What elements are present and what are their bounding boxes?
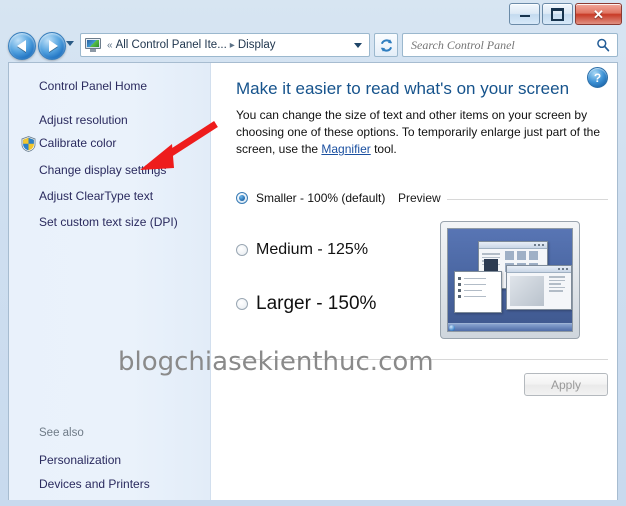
address-bar[interactable]: « All Control Panel Ite... ▸ Display — [80, 33, 370, 57]
sidebar-item-devices-and-printers[interactable]: Devices and Printers — [39, 477, 150, 491]
forward-button[interactable] — [38, 32, 66, 60]
arrow-left-icon — [16, 40, 26, 52]
preview-start-orb-icon — [449, 324, 455, 331]
breadcrumb-separator: ▸ — [229, 39, 235, 51]
scale-option-medium-label: Medium - 125% — [256, 241, 369, 258]
back-button[interactable] — [8, 32, 36, 60]
breadcrumb-item-control-panel[interactable]: All Control Panel Ite... — [116, 39, 227, 51]
page-title: Make it easier to read what's on your sc… — [236, 79, 570, 98]
radio-medium[interactable] — [236, 244, 248, 256]
scale-option-smaller[interactable]: Smaller - 100% (default) — [236, 191, 385, 205]
breadcrumb-prefix: « — [107, 39, 113, 51]
footer-separator — [236, 359, 608, 360]
close-button[interactable]: ✕ — [575, 3, 622, 25]
breadcrumb-item-display[interactable]: Display — [238, 39, 276, 51]
sidebar-item-change-display-settings[interactable]: Change display settings — [39, 163, 166, 177]
preview-label: Preview — [398, 191, 447, 205]
apply-button[interactable]: Apply — [524, 373, 608, 396]
maximize-icon — [551, 7, 564, 21]
sidebar-item-calibrate-color[interactable]: Calibrate color — [39, 136, 116, 150]
sidebar-item-adjust-resolution[interactable]: Adjust resolution — [39, 113, 128, 127]
scale-option-larger-label: Larger - 150% — [256, 293, 377, 314]
navigation-bar: « All Control Panel Ite... ▸ Display — [0, 29, 626, 61]
sidebar-item-personalization[interactable]: Personalization — [39, 453, 121, 467]
preview-window-front — [506, 265, 572, 310]
monitor-icon — [85, 38, 101, 52]
minimize-button[interactable] — [509, 3, 540, 25]
preview-screen — [447, 228, 573, 332]
refresh-icon — [380, 38, 392, 52]
preview-monitor — [440, 221, 580, 339]
uac-shield-icon — [21, 136, 36, 152]
window-body: Control Panel Home Adjust resolution Cal… — [8, 62, 618, 500]
title-bar: ✕ — [0, 0, 626, 28]
search-box[interactable] — [402, 33, 618, 57]
refresh-button[interactable] — [374, 33, 398, 57]
sidebar-item-adjust-cleartype-text[interactable]: Adjust ClearType text — [39, 189, 153, 203]
window-controls: ✕ — [509, 3, 622, 25]
close-icon: ✕ — [593, 6, 604, 22]
sidebar-item-control-panel-home[interactable]: Control Panel Home — [39, 79, 147, 93]
display-settings-window: ✕ « All Control Panel Ite... ▸ Display S… — [0, 0, 626, 506]
page-description-part1: You can change the size of text and othe… — [236, 108, 601, 156]
scale-option-larger[interactable]: Larger - 150% — [236, 293, 376, 315]
magnifier-link[interactable]: Magnifier — [321, 142, 370, 156]
sidebar-item-set-custom-text-size[interactable]: Set custom text size (DPI) — [39, 215, 178, 229]
page-description-part2: tool. — [370, 142, 397, 156]
page-description: You can change the size of text and othe… — [236, 107, 608, 158]
maximize-button[interactable] — [542, 3, 573, 25]
recent-pages-dropdown-icon[interactable] — [66, 41, 74, 46]
search-icon — [597, 38, 610, 52]
content-pane: ? Make it easier to read what's on your … — [212, 63, 617, 500]
help-button[interactable]: ? — [587, 67, 608, 88]
minimize-icon — [519, 12, 530, 17]
preview-window-left — [454, 271, 502, 313]
arrow-right-icon — [48, 40, 58, 52]
radio-smaller[interactable] — [236, 192, 248, 204]
scale-option-medium[interactable]: Medium - 125% — [236, 241, 368, 259]
search-input[interactable] — [411, 37, 586, 53]
chevron-down-icon[interactable] — [354, 42, 362, 48]
scale-option-smaller-label: Smaller - 100% (default) — [256, 191, 386, 205]
preview-taskbar — [448, 323, 572, 331]
sidebar: Control Panel Home Adjust resolution Cal… — [9, 63, 211, 500]
radio-larger[interactable] — [236, 298, 248, 310]
see-also-heading: See also — [39, 427, 84, 439]
